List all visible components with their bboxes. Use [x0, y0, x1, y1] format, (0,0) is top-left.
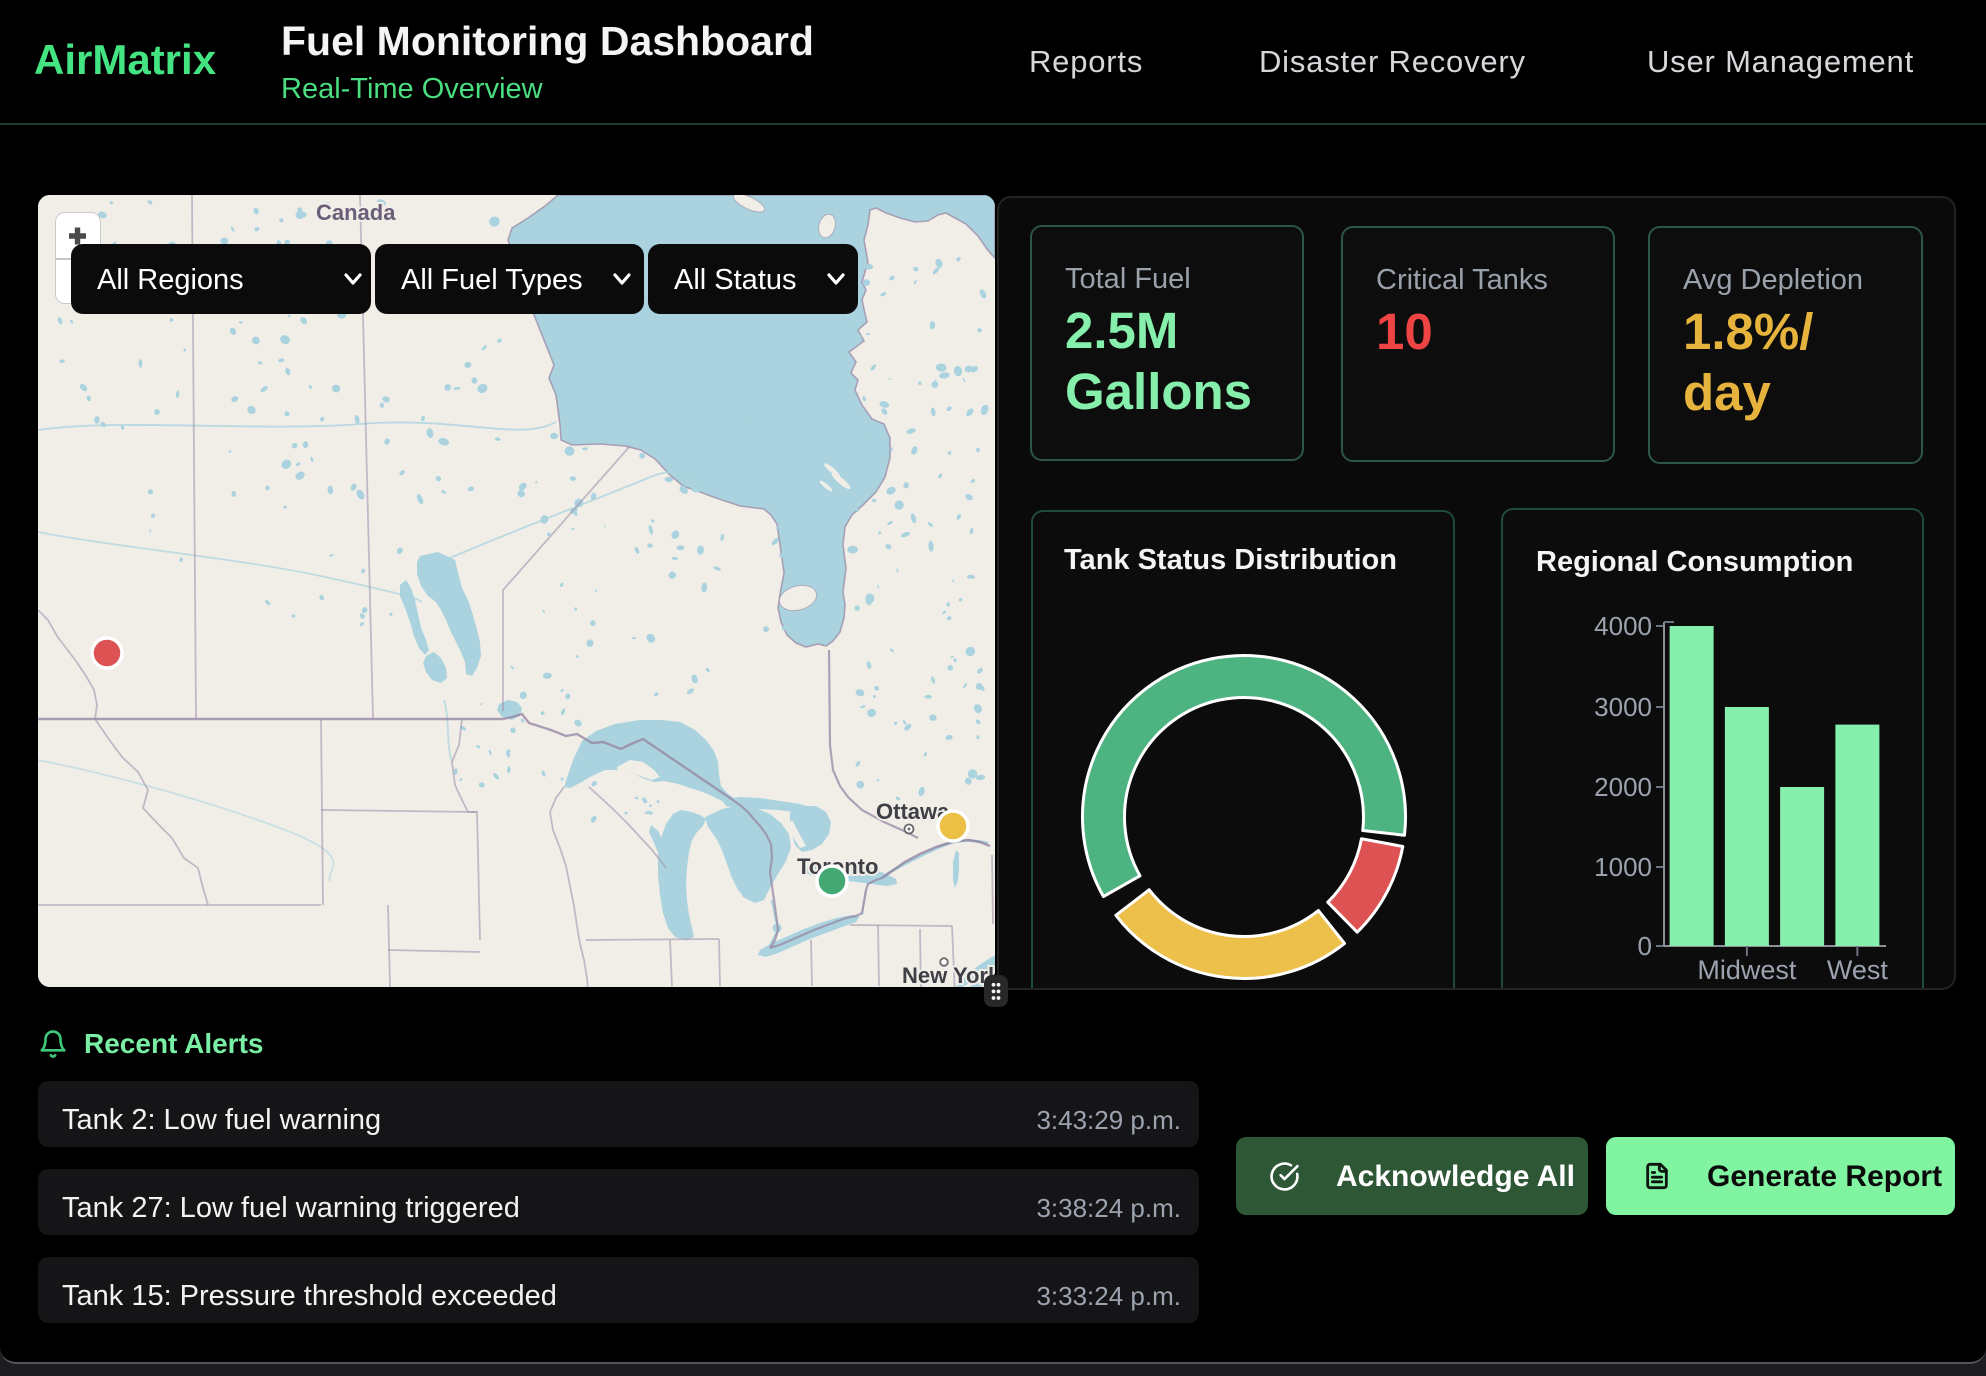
svg-text:4000: 4000 [1594, 611, 1652, 641]
svg-text:0: 0 [1638, 931, 1652, 961]
svg-text:West: West [1827, 955, 1889, 985]
svg-text:1000: 1000 [1594, 852, 1652, 882]
svg-text:2000: 2000 [1594, 772, 1652, 802]
svg-text:Midwest: Midwest [1697, 955, 1797, 985]
svg-text:3000: 3000 [1594, 692, 1652, 722]
svg-text:New York: New York [902, 963, 995, 987]
svg-text:Canada: Canada [316, 200, 396, 225]
